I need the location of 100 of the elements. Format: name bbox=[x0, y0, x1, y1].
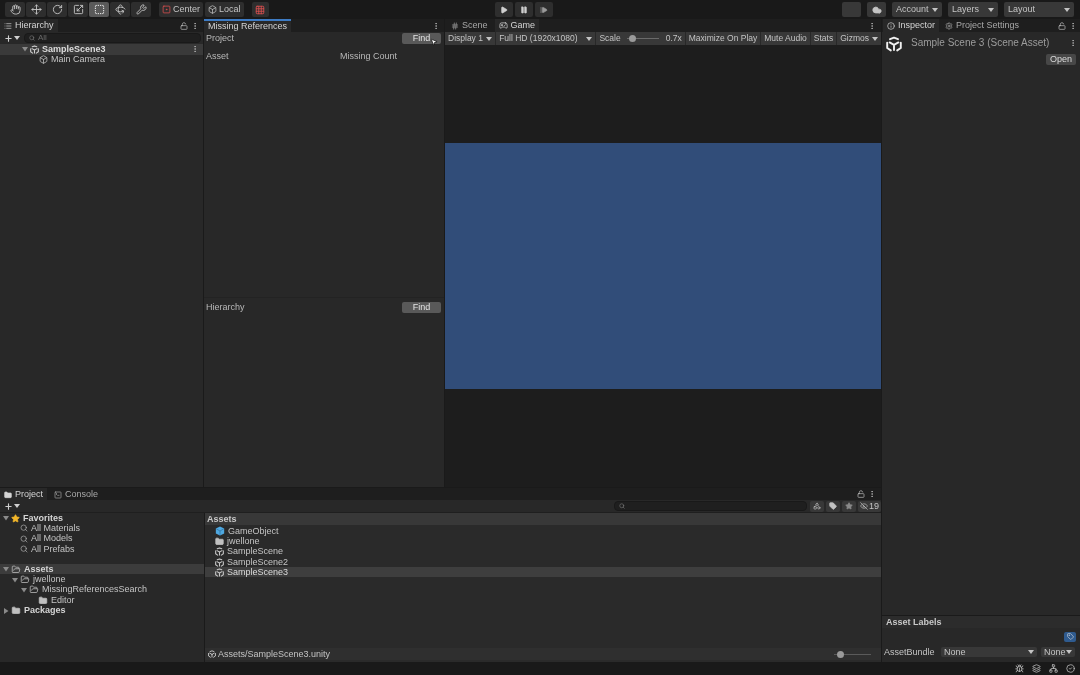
cube-logo-icon bbox=[208, 650, 216, 658]
tool-button[interactable] bbox=[26, 2, 46, 17]
tree-item[interactable]: Assets bbox=[0, 564, 204, 575]
panel-tab[interactable]: Project bbox=[0, 488, 47, 501]
lock-icon[interactable] bbox=[180, 21, 188, 30]
panel-tab[interactable]: Hierarchy bbox=[0, 19, 58, 32]
tool-button[interactable] bbox=[5, 2, 25, 17]
asset-list-item[interactable]: SampleScene3 bbox=[205, 567, 881, 578]
favorite-button[interactable] bbox=[842, 500, 856, 512]
pivot-button[interactable]: Center bbox=[159, 2, 203, 17]
step-button[interactable] bbox=[535, 2, 553, 17]
more-icon[interactable] bbox=[191, 21, 199, 30]
panel-tab[interactable]: Project Settings bbox=[941, 19, 1024, 32]
network-icon[interactable] bbox=[1049, 664, 1058, 673]
bug-icon[interactable] bbox=[1015, 664, 1024, 673]
panel-tab[interactable]: Console bbox=[50, 488, 103, 501]
size-slider[interactable] bbox=[834, 650, 871, 658]
more-icon[interactable] bbox=[1069, 21, 1077, 30]
tool-button[interactable] bbox=[68, 2, 88, 17]
variant-dropdown[interactable]: None bbox=[1041, 647, 1075, 657]
label-filter-button[interactable] bbox=[826, 500, 840, 512]
play-button[interactable] bbox=[495, 2, 513, 17]
more-icon[interactable] bbox=[868, 490, 876, 498]
pivot-button[interactable]: Local bbox=[205, 2, 244, 17]
column-header: Asset bbox=[206, 52, 230, 61]
tree-item[interactable]: jwellone bbox=[0, 574, 204, 585]
tree-item[interactable]: MissingReferencesSearch bbox=[0, 584, 204, 596]
tree-item[interactable]: SampleScene3 bbox=[0, 44, 203, 55]
gizmos-dropdown[interactable]: Gizmos bbox=[837, 32, 881, 45]
list-icon bbox=[4, 21, 12, 30]
cube-logo-icon bbox=[30, 44, 39, 54]
layers-icon[interactable] bbox=[1032, 664, 1041, 673]
toggle-button[interactable]: Maximize On Play bbox=[685, 32, 761, 45]
tree-item[interactable]: Packages bbox=[0, 605, 204, 616]
tree-item[interactable]: Main Camera bbox=[0, 54, 203, 65]
more-icon[interactable] bbox=[432, 21, 440, 30]
cube-outline-icon bbox=[39, 55, 48, 65]
pause-button[interactable] bbox=[515, 2, 533, 17]
toggle-button[interactable]: Mute Audio bbox=[761, 32, 810, 45]
tool-button[interactable] bbox=[131, 2, 151, 17]
caret-icon bbox=[14, 504, 20, 508]
lock-icon[interactable] bbox=[1058, 21, 1066, 30]
lock-icon[interactable] bbox=[857, 490, 865, 498]
asset-list-item[interactable]: jwellone bbox=[205, 536, 881, 547]
resolution-dropdown[interactable]: Full HD (1920x1080) bbox=[496, 32, 596, 45]
play-icon bbox=[500, 5, 508, 14]
search-field[interactable] bbox=[614, 501, 807, 511]
panel-tab[interactable]: Missing References bbox=[204, 19, 292, 32]
open-button[interactable]: Open bbox=[1045, 54, 1076, 65]
display-dropdown[interactable]: Display 1 bbox=[445, 32, 496, 45]
label-button[interactable] bbox=[1064, 631, 1076, 642]
add-button[interactable] bbox=[4, 33, 20, 43]
toolbar-dropdown[interactable]: Account bbox=[892, 2, 942, 17]
scale-icon bbox=[72, 4, 84, 15]
hidden-packages-button[interactable]: 19 bbox=[858, 500, 881, 512]
tree-item[interactable]: All Materials bbox=[0, 523, 204, 534]
panel-tab[interactable]: Scene bbox=[447, 19, 492, 32]
tree-item[interactable]: Editor bbox=[0, 595, 204, 606]
expand-arrow-icon[interactable] bbox=[3, 566, 9, 573]
find-button[interactable]: Find bbox=[402, 33, 441, 44]
check-circle-icon[interactable] bbox=[1066, 664, 1075, 673]
toolbar-dropdown[interactable]: Layout bbox=[1004, 2, 1074, 17]
scale-slider[interactable] bbox=[626, 35, 659, 42]
tree-item[interactable]: Favorites bbox=[0, 513, 204, 524]
asset-list-item[interactable]: GameObject bbox=[205, 526, 881, 537]
tree-item[interactable]: All Prefabs bbox=[0, 543, 204, 555]
expand-arrow-icon[interactable] bbox=[3, 607, 9, 614]
asset-bundle-dropdown[interactable]: None bbox=[941, 647, 1037, 657]
tool-button[interactable] bbox=[89, 2, 109, 17]
more-icon[interactable] bbox=[191, 45, 199, 54]
panel-tab[interactable]: Inspector bbox=[883, 19, 940, 32]
caret-icon bbox=[486, 36, 493, 41]
toolbar-dropdown[interactable]: Layers bbox=[948, 2, 998, 17]
expand-arrow-icon[interactable] bbox=[3, 515, 9, 522]
slider-thumb[interactable] bbox=[837, 650, 844, 658]
asset-list-item[interactable]: SampleScene bbox=[205, 546, 881, 557]
cloud-button[interactable] bbox=[867, 2, 886, 17]
hash-icon bbox=[451, 21, 459, 30]
folder-icon bbox=[215, 536, 224, 546]
tool-button[interactable] bbox=[110, 2, 130, 17]
tree-item[interactable]: All Models bbox=[0, 533, 204, 544]
more-icon[interactable] bbox=[868, 21, 876, 30]
find-button[interactable]: Find bbox=[402, 302, 441, 313]
panel-tab[interactable]: Game bbox=[494, 19, 540, 32]
type-filter-button[interactable] bbox=[810, 500, 824, 512]
more-icon[interactable] bbox=[1069, 39, 1077, 47]
caret-icon bbox=[932, 7, 938, 12]
expand-arrow-icon[interactable] bbox=[21, 586, 27, 593]
search-icon bbox=[20, 545, 28, 554]
section-header: Asset Labels bbox=[886, 617, 942, 627]
toggle-button[interactable]: Stats bbox=[810, 32, 837, 45]
expand-arrow-icon[interactable] bbox=[12, 576, 18, 583]
expand-arrow-icon[interactable] bbox=[22, 46, 28, 53]
solid-cube-icon bbox=[215, 526, 225, 537]
add-button[interactable] bbox=[4, 501, 20, 511]
slider-thumb[interactable] bbox=[629, 35, 637, 42]
tool-button[interactable] bbox=[47, 2, 67, 17]
asset-list-item[interactable]: SampleScene2 bbox=[205, 556, 881, 568]
snap-button[interactable] bbox=[251, 2, 269, 17]
tag-icon bbox=[829, 502, 837, 510]
